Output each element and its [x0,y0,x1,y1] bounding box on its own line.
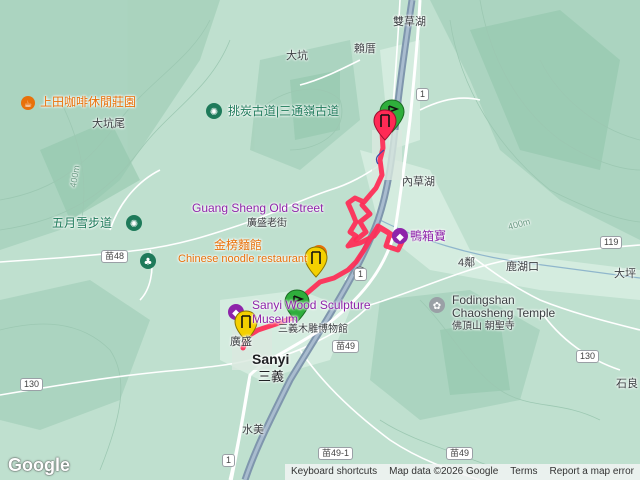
road-shield-130-east: 130 [576,350,600,363]
place-temple-en2[interactable]: Chaosheng Temple [452,307,555,320]
road-shield-130-west: 130 [20,378,44,391]
place-luhukou: 鹿湖口 [506,261,539,273]
terms-link[interactable]: Terms [504,464,543,480]
svg-text:✺: ✺ [210,107,218,118]
place-old-street-en[interactable]: Guang Sheng Old Street [192,202,323,215]
place-fourlin: 4鄰 [458,257,476,269]
road-shield-miao49-south: 苗49 [446,447,474,460]
place-museum-zh: 三義木雕博物館 [278,324,348,335]
place-guangsheng: 廣盛 [230,336,252,348]
svg-text:♣: ♣ [144,257,153,268]
road-shield-1-north: 1 [416,88,430,101]
place-shuimei: 水美 [242,424,264,436]
place-wuyue[interactable]: 五月雪步道 [52,217,112,230]
place-cafe[interactable]: 上田咖啡休閒莊園 [40,96,136,109]
attribution-bar: Keyboard shortcuts Map data ©2026 Google… [284,464,640,480]
town-sanyi-zh: 三義 [258,369,285,384]
place-museum-en[interactable]: Sanyi Wood Sculpture Museum [252,298,392,326]
place-temple-zh: 佛頂山 朝聖寺 [452,321,515,332]
road-shield-miao48-west: 苗48 [101,250,129,263]
place-shiliang: 石良 [616,378,638,390]
place-noodle-zh[interactable]: 金榜麵館 [214,239,262,252]
terrain-map[interactable]: ☕ ✺ ✺ ♣ ⚑ ◆ ✿ ◆ [0,0,640,480]
road-shield-miao49-1: 苗49-1 [318,447,354,460]
google-logo[interactable]: Google [8,455,70,476]
place-dakengwei: 大坑尾 [92,118,125,130]
place-noodle-en[interactable]: Chinese noodle restaurant [178,253,307,266]
svg-text:✿: ✿ [433,301,441,312]
road-shield-1-south: 1 [222,454,236,467]
road-shield-119: 119 [600,236,623,249]
place-laiyi: 賴厝 [354,43,376,55]
place-dakeng: 大坑 [286,50,308,62]
keyboard-shortcuts-link[interactable]: Keyboard shortcuts [285,464,383,480]
place-old-street-zh: 廣盛老街 [247,218,287,229]
town-sanyi-en: Sanyi [252,351,290,367]
map-data-text: Map data ©2026 Google [389,466,499,477]
svg-text:☕: ☕ [24,100,32,110]
svg-text:◆: ◆ [396,232,404,243]
svg-text:✺: ✺ [130,219,138,230]
road-shield-1-mid: 1 [354,268,368,281]
report-error-link[interactable]: Report a map error [544,464,640,480]
road-shield-miao49: 苗49 [332,340,360,353]
place-daping: 大坪 [614,268,636,280]
place-duck[interactable]: 鴨箱寶 [410,230,446,243]
place-neicaohu: 內草湖 [402,176,435,188]
place-shuangcaohu: 雙草湖 [393,16,426,28]
place-trail[interactable]: 挑炭古道|三通嶺古道 [228,105,339,118]
